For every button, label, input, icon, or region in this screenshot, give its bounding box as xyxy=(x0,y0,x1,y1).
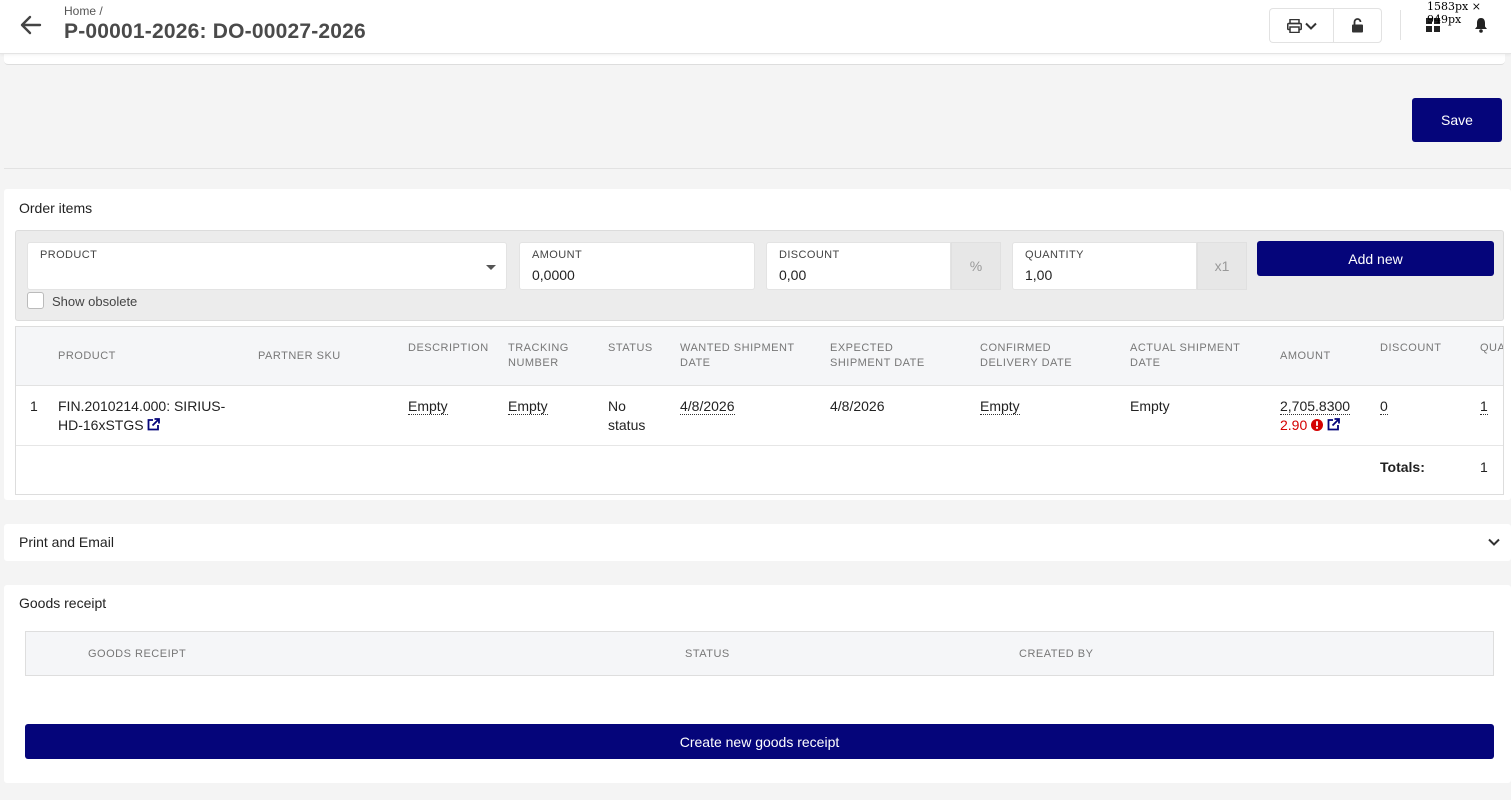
divider xyxy=(4,168,1511,169)
goods-receipt-table: GOODS RECEIPT STATUS CREATED BY xyxy=(25,631,1494,676)
col-expected-shipment-date[interactable]: EXPECTED SHIPMENT DATE xyxy=(830,341,925,371)
col-wanted-line2: DATE xyxy=(680,357,711,369)
save-button[interactable]: Save xyxy=(1412,98,1502,142)
row-product-line2: HD-16xSTGS xyxy=(58,417,144,433)
row-discount-value: 0 xyxy=(1380,398,1388,415)
quantity-label: QUANTITY xyxy=(1025,249,1084,261)
discount-percent-suffix: % xyxy=(951,242,1001,290)
col-wanted-line1: WANTED SHIPMENT xyxy=(680,342,795,354)
col-amount[interactable]: AMOUNT xyxy=(1280,349,1331,364)
page-title: P-00001-2026: DO-00027-2026 xyxy=(64,20,366,43)
col-actual-line2: DATE xyxy=(1130,357,1161,369)
row-actual-shipment-date: Empty xyxy=(1130,398,1170,414)
external-link-icon[interactable] xyxy=(1327,418,1340,431)
col-description[interactable]: DESCRIPTION xyxy=(408,341,489,356)
warning-info-icon[interactable] xyxy=(1311,419,1324,431)
row-wanted-value: 4/8/2026 xyxy=(680,398,735,415)
row-tracking-value: Empty xyxy=(508,398,548,415)
unlock-button[interactable] xyxy=(1333,8,1382,43)
row-amount[interactable]: 2,705.8300 2.90 xyxy=(1280,397,1351,435)
row-status-line1: No xyxy=(608,398,626,414)
show-obsolete-label[interactable]: Show obsolete xyxy=(52,294,137,309)
row-confirmed-delivery-date[interactable]: Empty xyxy=(980,397,1020,416)
col-confirmed-line2: DELIVERY DATE xyxy=(980,357,1073,369)
breadcrumb[interactable]: Home / xyxy=(64,4,103,18)
row-product-line2-wrap: HD-16xSTGS xyxy=(58,416,248,435)
row-index: 1 xyxy=(30,398,38,414)
print-menu-button[interactable] xyxy=(1269,8,1333,43)
totals-label: Totals: xyxy=(1380,459,1425,475)
row-description-value: Empty xyxy=(408,398,448,415)
col-partner-sku[interactable]: PARTNER SKU xyxy=(258,349,341,364)
col-wanted-shipment-date[interactable]: WANTED SHIPMENT DATE xyxy=(680,341,795,371)
col-tracking-line2: NUMBER xyxy=(508,357,559,369)
row-amount-value: 2,705.8300 xyxy=(1280,398,1351,415)
col-actual-line1: ACTUAL SHIPMENT xyxy=(1130,342,1241,354)
row-tracking-number[interactable]: Empty xyxy=(508,397,548,416)
row-confirmed-value: Empty xyxy=(980,398,1020,415)
create-goods-receipt-button[interactable]: Create new goods receipt xyxy=(25,724,1494,759)
col-product[interactable]: PRODUCT xyxy=(58,349,116,364)
quantity-field[interactable]: QUANTITY 1,00 xyxy=(1012,242,1197,290)
goods-receipt-title: Goods receipt xyxy=(19,595,107,611)
toolbar-divider xyxy=(1400,10,1401,40)
row-amount-warning: 2.90 xyxy=(1280,417,1308,433)
row-status: No status xyxy=(608,397,645,435)
discount-label: DISCOUNT xyxy=(779,249,840,261)
col-status[interactable]: STATUS xyxy=(608,341,653,356)
col-goods-status[interactable]: STATUS xyxy=(685,647,730,662)
amount-value: 0,0000 xyxy=(532,267,575,283)
print-email-section[interactable]: Print and Email xyxy=(4,524,1511,561)
discount-field[interactable]: DISCOUNT 0,00 xyxy=(766,242,951,290)
add-new-button[interactable]: Add new xyxy=(1257,241,1494,276)
print-email-title: Print and Email xyxy=(19,534,114,550)
totals-quantity: 1 xyxy=(1480,459,1488,475)
row-description[interactable]: Empty xyxy=(408,397,448,416)
order-item-entry-form: PRODUCT AMOUNT 0,0000 DISCOUNT 0,00 % QU… xyxy=(15,230,1504,321)
chevron-down-icon[interactable] xyxy=(1488,537,1500,547)
order-items-table: PRODUCT PARTNER SKU DESCRIPTION TRACKING… xyxy=(15,326,1504,495)
row-discount[interactable]: 0 xyxy=(1380,397,1388,416)
chevron-down-icon xyxy=(1304,22,1317,30)
order-items-title: Order items xyxy=(19,200,93,216)
row-quantity[interactable]: 1 xyxy=(1480,397,1488,416)
printer-icon xyxy=(1286,18,1302,33)
row-quantity-value: 1 xyxy=(1480,398,1488,415)
quantity-value: 1,00 xyxy=(1025,267,1053,283)
row-wanted-shipment-date[interactable]: 4/8/2026 xyxy=(680,397,735,416)
col-expected-line2: SHIPMENT DATE xyxy=(830,357,925,369)
col-confirmed-line1: CONFIRMED xyxy=(980,342,1052,354)
row-product: FIN.2010214.000: SIRIUS- HD-16xSTGS xyxy=(58,397,248,435)
discount-value: 0,00 xyxy=(779,267,807,283)
order-items-card: Order items PRODUCT AMOUNT 0,0000 DISCOU… xyxy=(4,189,1511,500)
dimensions-label: 1583px × 949px xyxy=(1427,0,1481,26)
row-status-line2: status xyxy=(608,417,646,433)
unlock-icon xyxy=(1352,18,1363,33)
amount-label: AMOUNT xyxy=(532,249,583,261)
col-discount[interactable]: DISCOUNT xyxy=(1380,341,1441,356)
product-select[interactable]: PRODUCT xyxy=(27,242,507,290)
row-divider xyxy=(16,445,1503,446)
row-product-line1: FIN.2010214.000: SIRIUS- xyxy=(58,398,226,414)
col-actual-shipment-date[interactable]: ACTUAL SHIPMENT DATE xyxy=(1130,341,1240,371)
col-quantity[interactable]: QUA xyxy=(1480,341,1503,356)
top-bar: Home / P-00001-2026: DO-00027-2026 xyxy=(0,0,1511,54)
row-expected-shipment-date: 4/8/2026 xyxy=(830,398,885,414)
table-header: PRODUCT PARTNER SKU DESCRIPTION TRACKING… xyxy=(16,327,1503,386)
dropdown-caret-icon xyxy=(486,265,496,270)
back-arrow-icon[interactable] xyxy=(20,14,42,36)
col-tracking-line1: TRACKING xyxy=(508,342,569,354)
col-tracking-number[interactable]: TRACKING NUMBER xyxy=(508,341,569,371)
external-link-icon[interactable] xyxy=(147,418,161,431)
col-goods-receipt[interactable]: GOODS RECEIPT xyxy=(88,647,186,662)
col-expected-line1: EXPECTED xyxy=(830,342,894,354)
quantity-multiplier-suffix: x1 xyxy=(1197,242,1247,290)
amount-field[interactable]: AMOUNT 0,0000 xyxy=(519,242,755,290)
col-confirmed-delivery-date[interactable]: CONFIRMED DELIVERY DATE xyxy=(980,341,1072,371)
col-created-by[interactable]: CREATED BY xyxy=(1019,647,1093,662)
goods-receipt-card: Goods receipt GOODS RECEIPT STATUS CREAT… xyxy=(4,585,1511,783)
show-obsolete-checkbox[interactable] xyxy=(27,292,44,309)
product-label: PRODUCT xyxy=(40,249,98,261)
